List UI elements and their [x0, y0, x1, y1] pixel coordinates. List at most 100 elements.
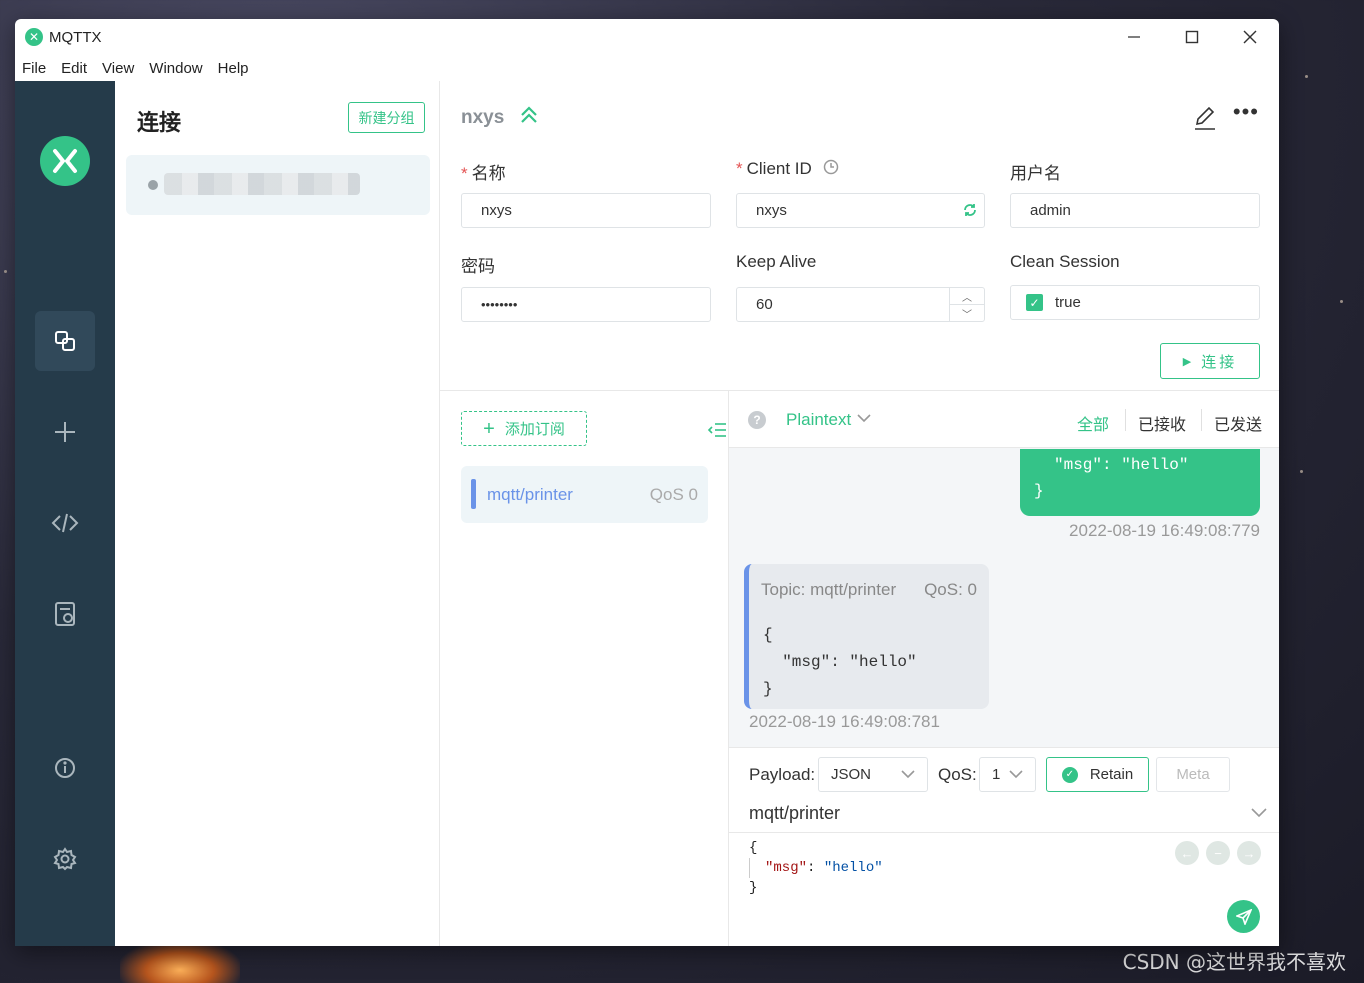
username-field[interactable]: admin	[1010, 193, 1260, 228]
nav-log[interactable]	[35, 584, 95, 644]
menu-edit[interactable]: Edit	[61, 60, 87, 77]
keep-alive-label: Keep Alive	[736, 252, 817, 271]
connections-icon	[55, 331, 75, 351]
history-clear-button[interactable]: −	[1206, 841, 1230, 865]
title-bar: ✕ MQTTX	[15, 19, 1279, 55]
indent-icon	[707, 423, 726, 437]
play-icon: ▶	[1182, 355, 1192, 368]
maximize-button[interactable]	[1163, 19, 1221, 55]
checkbox-checked-icon[interactable]: ✓	[1026, 294, 1043, 311]
background-spark	[4, 270, 7, 273]
connections-panel: 连接 新建分组	[115, 81, 440, 946]
send-icon	[1235, 908, 1252, 925]
payload-format-select[interactable]: Plaintext	[786, 410, 851, 430]
more-button[interactable]: •••	[1233, 101, 1259, 123]
received-message-qos: QoS: 0	[924, 580, 977, 599]
nav-script[interactable]	[35, 493, 95, 553]
minus-icon: −	[1214, 845, 1222, 861]
qos-select[interactable]: 1	[979, 757, 1036, 792]
payload-type-select[interactable]: JSON	[818, 757, 928, 792]
received-message-payload: { "msg": "hello" }	[763, 626, 917, 698]
collapse-subscriptions-button[interactable]	[707, 421, 727, 444]
close-button[interactable]	[1221, 19, 1279, 55]
connection-status-dot	[148, 180, 158, 190]
keep-alive-field[interactable]: 60 ︿ ﹀	[736, 287, 985, 322]
plus-icon	[55, 422, 75, 442]
left-nav	[15, 81, 115, 946]
minimize-icon	[1128, 36, 1140, 38]
subscription-item[interactable]: mqtt/printer QoS 0	[461, 466, 708, 523]
menu-file[interactable]: File	[22, 60, 46, 77]
name-label: * 名称	[461, 164, 506, 183]
name-field[interactable]: nxys	[461, 193, 711, 228]
subscription-color-bar	[471, 479, 476, 509]
subscriptions-panel: + 添加订阅 mqtt/printer QoS 0	[440, 391, 729, 946]
menu-bar: File Edit View Window Help	[15, 55, 1279, 81]
nav-about[interactable]	[35, 738, 95, 798]
sent-message-line: "msg": "hello"	[1054, 456, 1189, 474]
sent-message-bubble: "msg": "hello" }	[1020, 449, 1260, 516]
check-circle-icon: ✓	[1061, 766, 1078, 783]
received-message-time: 2022-08-19 16:49:08:781	[749, 712, 940, 731]
filter-all[interactable]: 全部	[1077, 411, 1109, 435]
client-id-field[interactable]: nxys	[736, 193, 985, 228]
close-icon	[1243, 30, 1257, 44]
background-glow	[120, 940, 240, 983]
password-label: 密码	[461, 257, 495, 276]
menu-help[interactable]: Help	[218, 60, 249, 77]
background-spark	[1340, 300, 1343, 303]
connect-button[interactable]: ▶ 连接	[1160, 343, 1260, 379]
nav-new-connection[interactable]	[35, 402, 95, 462]
connection-item[interactable]	[126, 155, 430, 215]
editor-line: {	[749, 840, 758, 856]
more-icon: •••	[1232, 99, 1259, 124]
publish-topic-input[interactable]: mqtt/printer	[749, 803, 840, 824]
nav-connections[interactable]	[35, 311, 95, 371]
mqttx-logo-icon	[53, 149, 77, 173]
window-title: MQTTX	[49, 28, 102, 46]
sent-message-line: }	[1034, 482, 1044, 500]
arrow-right-icon: →	[1242, 845, 1256, 861]
nav-settings[interactable]	[35, 829, 95, 889]
filter-divider	[1201, 409, 1202, 431]
password-field[interactable]: ••••••••	[461, 287, 711, 322]
username-label: 用户名	[1010, 164, 1061, 183]
help-icon[interactable]: ?	[748, 411, 766, 429]
edit-button[interactable]	[1193, 105, 1217, 136]
send-button[interactable]	[1227, 900, 1260, 933]
menu-view[interactable]: View	[102, 60, 134, 77]
client-id-label: * Client ID	[736, 159, 839, 179]
connection-name-redacted	[164, 173, 360, 195]
history-prev-button[interactable]: ←	[1175, 841, 1199, 865]
menu-window[interactable]: Window	[149, 60, 202, 77]
qos-label: QoS:	[938, 765, 977, 784]
chevron-down-icon	[857, 414, 871, 423]
minimize-button[interactable]	[1105, 19, 1163, 55]
filter-sent[interactable]: 已发送	[1214, 411, 1262, 435]
background-spark	[1300, 470, 1303, 473]
publish-panel: Payload: JSON QoS: 1 ✓ Retain Meta mqtt/…	[729, 747, 1279, 946]
log-icon	[55, 602, 75, 626]
refresh-icon	[964, 204, 976, 216]
connections-title: 连接	[137, 110, 182, 135]
history-next-button[interactable]: →	[1237, 841, 1261, 865]
retain-toggle[interactable]: ✓ Retain	[1046, 757, 1149, 792]
arrow-left-icon: ←	[1180, 845, 1194, 861]
divider	[729, 832, 1279, 833]
app-logo-icon: ✕	[25, 28, 43, 46]
meta-button[interactable]: Meta	[1156, 757, 1230, 792]
collapse-button[interactable]	[519, 105, 539, 130]
payload-editor[interactable]: { "msg": "hello" }	[749, 838, 883, 898]
chevron-down-icon	[901, 770, 915, 779]
messages-toolbar: ? Plaintext 全部 已接收 已发送	[729, 391, 1279, 448]
chevron-down-icon[interactable]: ﹀	[950, 305, 984, 321]
clean-session-field[interactable]: ✓ true	[1010, 285, 1260, 320]
keep-alive-stepper[interactable]: ︿ ﹀	[949, 288, 984, 321]
received-message-bubble: Topic: mqtt/printer QoS: 0 { "msg": "hel…	[744, 564, 989, 709]
new-group-button[interactable]: 新建分组	[348, 102, 425, 133]
sent-message-time: 2022-08-19 16:49:08:779	[1069, 521, 1260, 540]
chevron-down-icon	[1009, 770, 1023, 779]
add-subscription-button[interactable]: + 添加订阅	[461, 411, 587, 446]
chevron-up-icon[interactable]: ︿	[950, 288, 984, 305]
filter-received[interactable]: 已接收	[1138, 411, 1186, 435]
